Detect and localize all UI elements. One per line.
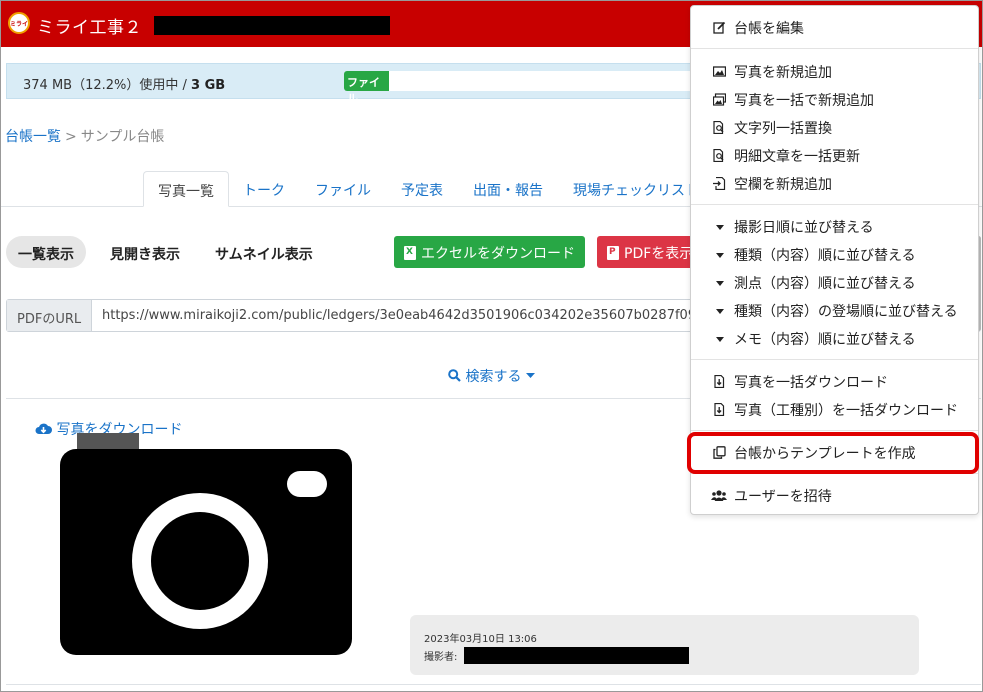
- storage-usage-text: 374 MB（12.2%）使用中 / 3 GB: [23, 74, 225, 93]
- app-window: ミライ ミライ工事２ 374 MB（12.2%）使用中 / 3 GB ファイル …: [0, 0, 983, 692]
- cloud-download-icon: [35, 423, 52, 434]
- pdf-url-label: PDFのURL: [7, 300, 92, 331]
- pdf-view-label: PDFを表示: [624, 246, 694, 262]
- redacted-block: [154, 16, 390, 35]
- menu-divider: [691, 204, 978, 205]
- menu-item-invite-user[interactable]: ユーザーを招待: [691, 482, 978, 508]
- menu-item-add-blank[interactable]: 空欄を新規追加: [691, 170, 978, 196]
- breadcrumb-root-link[interactable]: 台帳一覧: [5, 129, 61, 145]
- storage-meter-label: ファイル: [347, 76, 380, 105]
- view-thumbnail-button[interactable]: サムネイル表示: [203, 236, 325, 268]
- menu-divider: [691, 48, 978, 49]
- caret-down-icon: [716, 337, 724, 342]
- menu-item-label: 測点（内容）順に並び替える: [734, 276, 916, 292]
- camera-icon[interactable]: [60, 433, 352, 655]
- menu-item-label: メモ（内容）順に並び替える: [734, 332, 916, 348]
- file-download-icon: [714, 375, 725, 388]
- menu-item-bulk-update-detail[interactable]: 明細文章を一括更新: [691, 142, 978, 168]
- pdf-file-icon: P: [607, 246, 619, 260]
- breadcrumb-separator: >: [65, 129, 77, 145]
- search-toggle[interactable]: 検索する: [448, 366, 535, 386]
- redacted-photographer: [464, 647, 689, 664]
- app-title[interactable]: ミライ工事２: [37, 13, 142, 38]
- tab-files[interactable]: ファイル: [301, 171, 385, 207]
- storage-used: 374 MB（12.2%）使用中 /: [23, 78, 192, 93]
- search-icon: [448, 369, 461, 382]
- tab-reports[interactable]: 出面・報告: [459, 171, 557, 207]
- tab-talk[interactable]: トーク: [229, 171, 299, 207]
- file-download-icon: [714, 403, 725, 416]
- caret-down-icon: [716, 281, 724, 286]
- menu-item-label: 明細文章を一括更新: [734, 149, 860, 165]
- divider: [6, 684, 981, 685]
- image-icon: [713, 66, 726, 77]
- pdf-url-field[interactable]: https://www.miraikoji2.com/public/ledger…: [102, 308, 729, 323]
- storage-total: 3 GB: [191, 78, 226, 93]
- file-search-icon: [713, 121, 724, 134]
- edit-icon: [713, 21, 726, 34]
- tab-schedule[interactable]: 予定表: [387, 171, 457, 207]
- menu-item-sort-by-memo[interactable]: メモ（内容）順に並び替える: [691, 325, 978, 351]
- menu-item-label: 写真（工種別）を一括ダウンロード: [734, 403, 958, 419]
- excel-download-label: エクセルをダウンロード: [421, 246, 575, 262]
- breadcrumb-current: サンプル台帳: [80, 129, 165, 145]
- app-logo[interactable]: ミライ: [8, 12, 30, 34]
- photo-meta-box: 2023年03月10日 13:06 撮影者:: [410, 615, 919, 675]
- menu-item-label: 台帳を編集: [734, 21, 804, 37]
- menu-item-label: 写真を一括で新規追加: [734, 93, 874, 109]
- menu-item-sort-by-date[interactable]: 撮影日順に並び替える: [691, 213, 978, 239]
- search-label: 検索する: [465, 369, 522, 385]
- caret-down-icon: [716, 309, 724, 314]
- menu-item-bulk-download-by-type[interactable]: 写真（工種別）を一括ダウンロード: [691, 396, 978, 422]
- images-icon: [713, 93, 726, 106]
- menu-item-label: 文字列一括置換: [734, 121, 832, 137]
- menu-item-label: 写真を一括ダウンロード: [734, 375, 888, 391]
- storage-meter-fill: ファイル: [344, 71, 389, 105]
- menu-item-add-photo[interactable]: 写真を新規追加: [691, 58, 978, 84]
- file-import-icon: [713, 177, 726, 190]
- menu-item-sort-by-type-appearance[interactable]: 種類（内容）の登場順に並び替える: [691, 297, 978, 323]
- photo-date: 2023年03月10日 13:06: [424, 634, 537, 645]
- menu-item-label: 空欄を新規追加: [734, 177, 832, 193]
- menu-item-label: ユーザーを招待: [734, 489, 832, 505]
- view-spread-button[interactable]: 見開き表示: [98, 236, 192, 268]
- logo-text: ミライ: [10, 21, 29, 28]
- menu-divider: [691, 359, 978, 360]
- users-icon: [711, 490, 727, 501]
- menu-item-sort-by-type[interactable]: 種類（内容）順に並び替える: [691, 241, 978, 267]
- view-list-button[interactable]: 一覧表示: [6, 236, 86, 268]
- caret-down-icon: [716, 225, 724, 230]
- caret-down-icon: [716, 253, 724, 258]
- highlight-box: [687, 432, 979, 474]
- menu-item-sort-by-point[interactable]: 測点（内容）順に並び替える: [691, 269, 978, 295]
- menu-divider: [691, 430, 978, 431]
- menu-item-label: 種類（内容）の登場順に並び替える: [734, 304, 958, 320]
- excel-file-icon: X: [404, 246, 416, 260]
- caret-down-icon: [525, 373, 535, 378]
- file-search-icon: [713, 149, 724, 162]
- photographer-label: 撮影者:: [424, 652, 458, 663]
- menu-item-label: 種類（内容）順に並び替える: [734, 248, 916, 264]
- menu-item-edit-ledger[interactable]: 台帳を編集: [691, 14, 978, 40]
- menu-item-label: 撮影日順に並び替える: [734, 220, 874, 236]
- menu-item-bulk-add-photo[interactable]: 写真を一括で新規追加: [691, 86, 978, 112]
- menu-item-bulk-download[interactable]: 写真を一括ダウンロード: [691, 368, 978, 394]
- tab-photo-list[interactable]: 写真一覧: [143, 171, 229, 207]
- excel-download-button[interactable]: X エクセルをダウンロード: [394, 236, 585, 268]
- menu-item-bulk-replace[interactable]: 文字列一括置換: [691, 114, 978, 140]
- menu-item-label: 写真を新規追加: [734, 65, 832, 81]
- breadcrumb: 台帳一覧 > サンプル台帳: [5, 126, 164, 146]
